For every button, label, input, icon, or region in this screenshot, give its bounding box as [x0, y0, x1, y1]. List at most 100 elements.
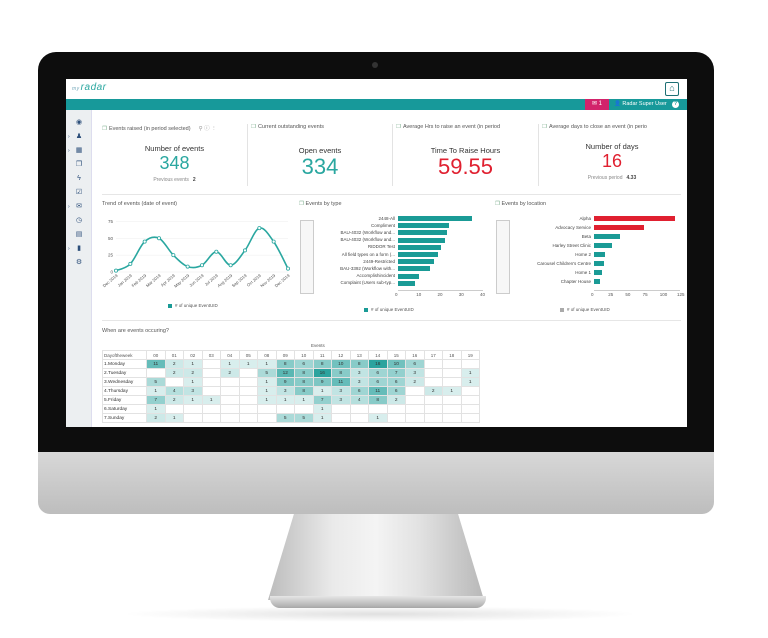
heatmap-cell[interactable] — [220, 413, 240, 423]
heatmap-cell[interactable] — [423, 395, 443, 405]
heatmap-cell[interactable]: 2 — [386, 395, 406, 405]
data-point[interactable] — [171, 253, 176, 258]
heatmap-cell[interactable] — [460, 395, 480, 405]
locations-chart[interactable]: Alpha Advocacy Service Beta Harley Street C… — [512, 214, 686, 304]
heatmap-cell[interactable] — [238, 368, 258, 378]
bar[interactable] — [594, 225, 644, 230]
heatmap-cell[interactable] — [238, 404, 258, 414]
heatmap-cell[interactable] — [146, 368, 166, 378]
help-icon[interactable]: ? — [672, 101, 679, 108]
heatmap-cell[interactable]: 7 — [386, 368, 406, 378]
heatmap-cell[interactable]: 3 — [331, 386, 351, 396]
heatmap-cell[interactable]: 5 — [257, 368, 277, 378]
heatmap-cell[interactable]: 6 — [386, 377, 406, 387]
data-point[interactable] — [185, 264, 190, 269]
heatmap-cell[interactable]: 1 — [257, 377, 277, 387]
heatmap-cell[interactable] — [460, 413, 480, 423]
heatmap-cell[interactable]: 10 — [386, 359, 406, 369]
types-chart[interactable]: 2448-All Compliment BAU-4032 (Workflow and… — [316, 214, 486, 304]
user-menu[interactable]: 👤 Radar Super User — [614, 99, 667, 110]
heatmap-cell[interactable]: 2 — [220, 368, 240, 378]
bar[interactable] — [594, 261, 604, 266]
heatmap-cell[interactable]: 5 — [275, 413, 295, 423]
data-point[interactable] — [128, 261, 133, 266]
bar[interactable] — [398, 259, 435, 265]
bar[interactable] — [594, 216, 676, 221]
heatmap-cell[interactable]: 1 — [183, 395, 203, 405]
bar[interactable] — [398, 280, 415, 286]
calendar-icon[interactable]: ▦ — [74, 146, 84, 156]
data-point[interactable] — [285, 266, 290, 271]
heatmap-cell[interactable] — [442, 377, 462, 387]
heatmap-cell[interactable] — [405, 404, 425, 414]
chevron-right-icon[interactable]: › — [68, 148, 70, 154]
kpi-card-outstanding[interactable]: ❐ Current outstanding events Open events … — [248, 124, 393, 186]
heatmap-cell[interactable] — [220, 404, 240, 414]
heatmap-cell[interactable]: 9 — [275, 377, 295, 387]
data-point[interactable] — [214, 249, 219, 254]
heatmap-cell[interactable]: 2 — [164, 368, 184, 378]
heatmap-cell[interactable]: 8 — [294, 368, 314, 378]
bar[interactable] — [398, 266, 430, 272]
heatmap-cell[interactable]: 10 — [331, 359, 351, 369]
bar[interactable] — [594, 270, 603, 275]
heatmap-cell[interactable]: 1 — [312, 413, 332, 423]
data-point[interactable] — [157, 236, 162, 241]
heatmap-cell[interactable] — [442, 395, 462, 405]
heatmap-cell[interactable] — [220, 377, 240, 387]
heatmap-cell[interactable]: 1 — [312, 404, 332, 414]
heatmap-cell[interactable]: 12 — [275, 368, 295, 378]
heatmap-cell[interactable] — [442, 413, 462, 423]
heatmap-cell[interactable] — [386, 413, 406, 423]
heatmap-cell[interactable]: 11 — [331, 377, 351, 387]
users-icon[interactable]: ♟ — [74, 132, 84, 142]
heatmap-cell[interactable]: 2 — [423, 386, 443, 396]
heatmap-cell[interactable]: 5 — [146, 377, 166, 387]
heatmap-cell[interactable]: 1 — [201, 395, 221, 405]
heatmap-cell[interactable] — [331, 413, 351, 423]
heatmap-cell[interactable]: 1 — [257, 386, 277, 396]
bar[interactable] — [594, 279, 601, 284]
heatmap-cell[interactable]: 2 — [405, 377, 425, 387]
heatmap-cell[interactable]: 3 — [405, 368, 425, 378]
bar[interactable] — [398, 223, 449, 229]
heatmap-cell[interactable]: 6 — [368, 377, 388, 387]
heatmap-cell[interactable] — [294, 404, 314, 414]
kpi-card-events-raised[interactable]: ❐ Events raised (in period selected) ⚲ ⓘ ⋮… — [102, 124, 248, 186]
heatmap-cell[interactable]: 1 — [460, 368, 480, 378]
heatmap-cell[interactable] — [201, 404, 221, 414]
bar[interactable] — [398, 216, 473, 221]
data-point[interactable] — [113, 268, 118, 273]
heatmap-cell[interactable] — [442, 368, 462, 378]
heatmap-cell[interactable]: 7 — [146, 395, 166, 405]
lightning-icon[interactable]: ϟ — [74, 174, 84, 184]
heatmap-cell[interactable]: 2 — [146, 413, 166, 423]
data-point[interactable] — [200, 263, 205, 268]
notifications-button[interactable]: ✉ 1 — [585, 99, 609, 110]
heatmap-cell[interactable]: 1 — [257, 359, 277, 369]
heatmap-cell[interactable] — [405, 413, 425, 423]
dashboard-icon[interactable]: ◉ — [74, 118, 84, 128]
heatmap-cell[interactable] — [201, 413, 221, 423]
heatmap-cell[interactable] — [423, 368, 443, 378]
heatmap-cell[interactable] — [460, 404, 480, 414]
heatmap-cell[interactable]: 3 — [349, 377, 369, 387]
heatmap-cell[interactable] — [164, 404, 184, 414]
heatmap-cell[interactable] — [220, 395, 240, 405]
heatmap-cell[interactable]: 6 — [349, 386, 369, 396]
heatmap-cell[interactable] — [442, 359, 462, 369]
heatmap-cell[interactable]: 2 — [164, 395, 184, 405]
heatmap-cell[interactable] — [405, 386, 425, 396]
heatmap-cell[interactable]: 2 — [164, 359, 184, 369]
book-icon[interactable]: ▤ — [74, 230, 84, 240]
heatmap-cell[interactable] — [201, 359, 221, 369]
bar[interactable] — [398, 252, 439, 257]
chevron-right-icon[interactable]: › — [68, 134, 70, 140]
heatmap-cell[interactable]: 6 — [386, 386, 406, 396]
heatmap-cell[interactable]: 1 — [460, 377, 480, 387]
heatmap-cell[interactable]: 8 — [349, 359, 369, 369]
heatmap-cell[interactable]: 11 — [368, 386, 388, 396]
chevron-right-icon[interactable]: › — [68, 246, 70, 252]
heatmap-cell[interactable]: 4 — [349, 395, 369, 405]
chevron-right-icon[interactable]: › — [68, 204, 70, 210]
